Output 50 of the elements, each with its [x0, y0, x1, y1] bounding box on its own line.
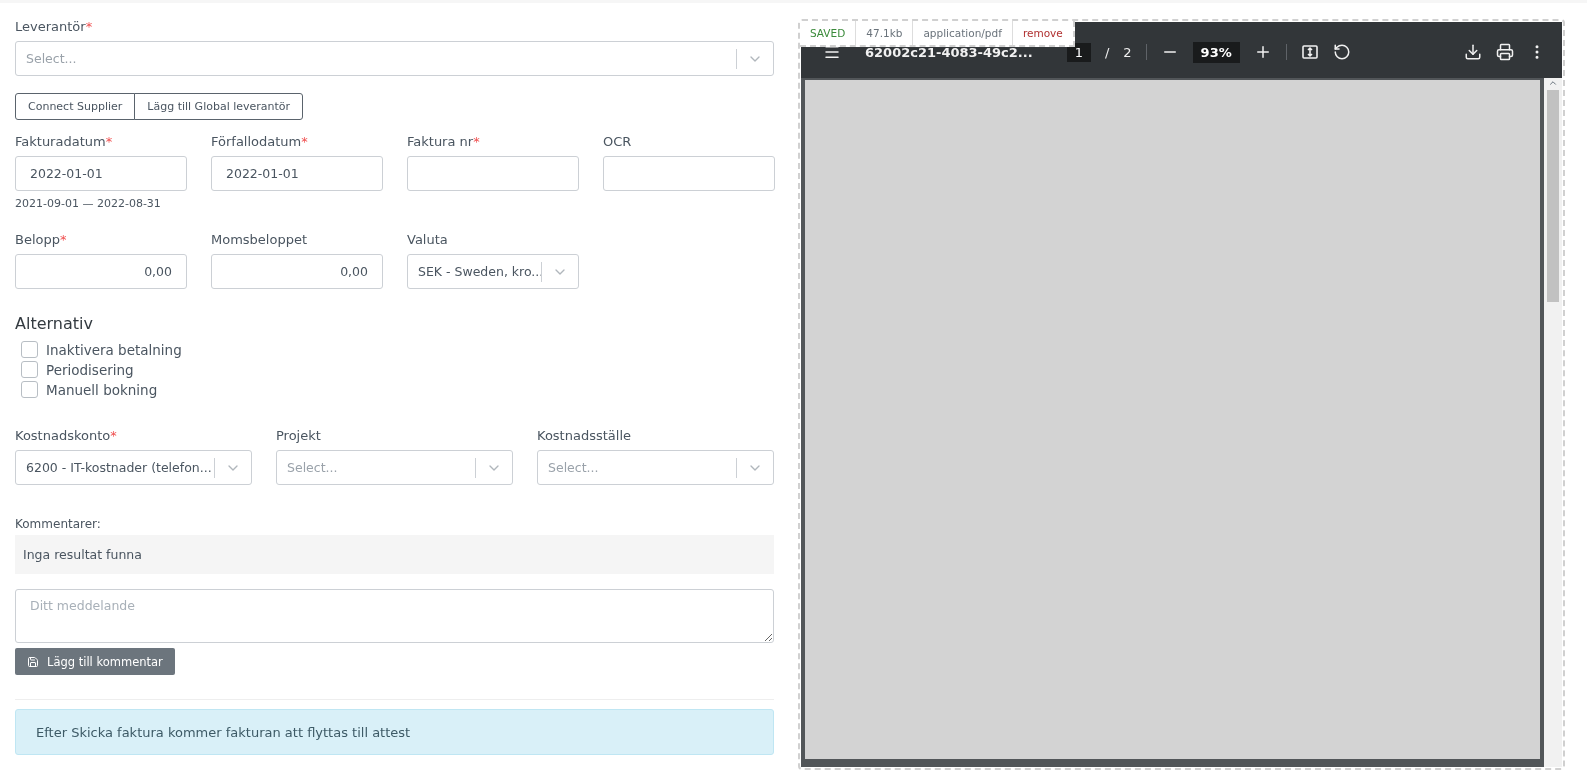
field-label: Faktura nr*: [407, 134, 481, 151]
checkbox-label: Manuell bokning: [46, 381, 158, 398]
supplier-button[interactable]: Connect Supplier: [15, 93, 136, 120]
select-field[interactable]: 6200 - IT-kostnader (telefon...: [15, 450, 252, 485]
page-separator: /: [1104, 44, 1110, 60]
print-icon[interactable]: [1496, 43, 1514, 61]
info-alert: Efter Skicka faktura kommer fakturan att flyttas till attest: [15, 709, 774, 755]
page-total: 2: [1123, 44, 1132, 60]
field-label: Valuta: [407, 232, 449, 249]
file-info-tag: application/pdf: [913, 21, 1013, 45]
field-label: Belopp*: [15, 232, 68, 249]
file-name: 62002c21-4083-49c2...: [865, 44, 1033, 60]
input-field[interactable]: 0,00: [211, 254, 383, 289]
checkbox-label: Periodisering: [46, 361, 134, 378]
field-label: Förfallodatum*: [211, 134, 309, 151]
field-label: Momsbeloppet: [211, 232, 309, 249]
checkbox[interactable]: [21, 361, 38, 378]
comments-label: Kommentarer:: [15, 517, 102, 531]
empty-comments-text: Inga resultat funna: [15, 535, 774, 574]
scrollbar[interactable]: [1544, 78, 1562, 767]
field-label: OCR: [603, 134, 633, 151]
fit-page-icon[interactable]: [1300, 43, 1319, 61]
field-label: Projekt: [276, 428, 322, 445]
input-field[interactable]: [407, 156, 579, 191]
field-label: Fakturadatum*: [15, 134, 114, 151]
checkbox[interactable]: [21, 341, 38, 358]
message-field[interactable]: Ditt meddelande: [15, 589, 774, 643]
save-icon: [27, 655, 39, 668]
checkbox-label: Inaktivera betalning: [46, 341, 182, 358]
rotate-icon[interactable]: [1332, 43, 1351, 61]
checkbox[interactable]: [21, 381, 38, 398]
add-comment-button[interactable]: Lägg till kommentar: [15, 648, 175, 675]
scrollbar-thumb[interactable]: [1547, 90, 1559, 302]
field-label: Kostnadskonto*: [15, 428, 118, 445]
field-label: Leverantör*: [15, 19, 94, 36]
file-info-tag: 47.1kb: [856, 21, 914, 45]
input-field[interactable]: 0,00: [15, 254, 187, 289]
section-title: Alternativ: [15, 314, 94, 333]
supplier-button[interactable]: Lägg till Global leverantör: [134, 93, 304, 120]
scroll-up-icon[interactable]: [1548, 78, 1558, 88]
date-range-hint: 2021-09-01 — 2022-08-31: [15, 197, 162, 210]
zoom-level-field[interactable]: 93%: [1192, 41, 1240, 63]
status-tag: SAVED: [800, 21, 857, 45]
input-field[interactable]: 2022-01-01: [15, 156, 187, 191]
download-icon[interactable]: [1464, 43, 1482, 61]
field-label: Kostnadsställe: [537, 428, 632, 445]
input-field[interactable]: 2022-01-01: [211, 156, 383, 191]
remove-link[interactable]: remove: [1012, 21, 1073, 45]
select-field[interactable]: SEK - Sweden, kro...: [407, 254, 579, 289]
input-field[interactable]: [603, 156, 775, 191]
